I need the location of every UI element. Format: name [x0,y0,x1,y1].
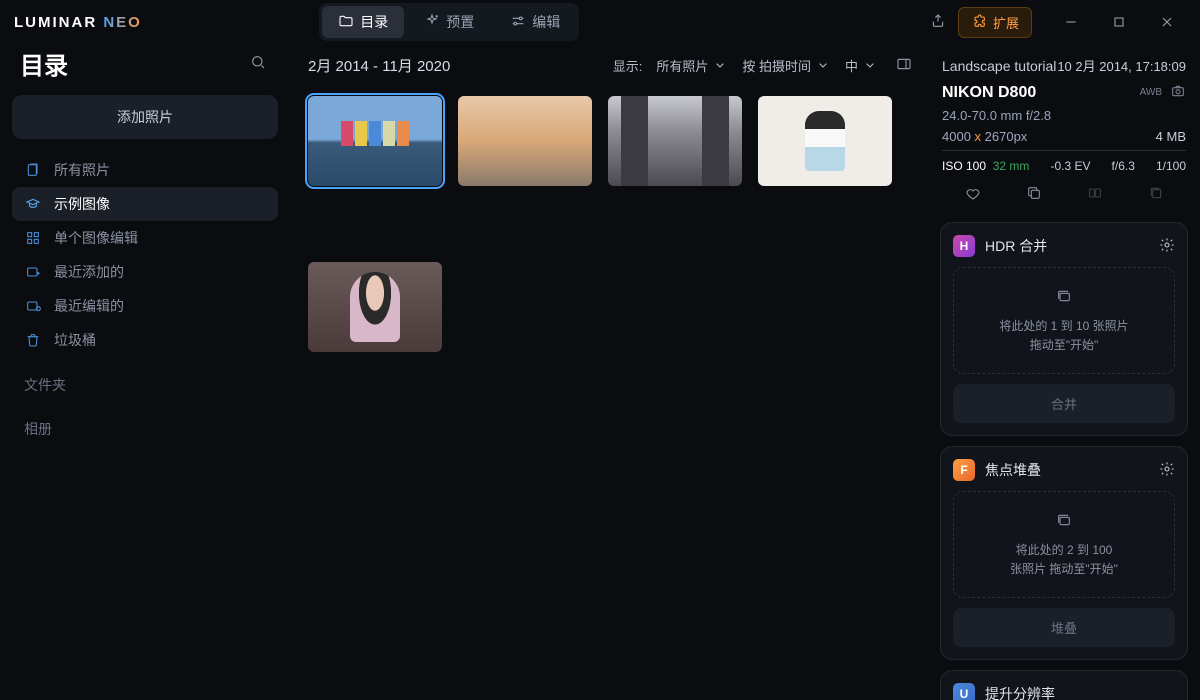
sliders-icon [510,13,526,32]
minimize-button[interactable] [1048,7,1094,37]
shutter: 1/100 [1156,159,1186,173]
aperture: f/6.3 [1112,159,1135,173]
sidebar-title: 目录 [20,46,68,81]
images-icon [964,288,1164,309]
lens-info: 24.0-70.0 mm f/2.8 [942,108,1186,123]
compare-icon[interactable] [1087,185,1103,204]
stack-icon[interactable] [1148,185,1164,204]
thumbnail-2[interactable] [458,96,592,186]
trash-icon [24,332,42,348]
sidebar: 目录 添加照片 所有照片 示例图像 单个图像编辑 最近添加的 最近编辑的 垃圾桶… [0,44,290,700]
camera-icon [1170,83,1186,102]
thumbnail-5[interactable] [308,262,442,352]
photos-icon [24,162,42,178]
tab-presets[interactable]: 预置 [408,6,490,38]
thumbnail-3[interactable] [608,96,742,186]
focus-stack-button[interactable]: 堆叠 [953,608,1175,647]
tab-edit[interactable]: 编辑 [494,6,576,38]
app-logo: LUMINAR NEO [14,14,142,31]
graduation-icon [24,196,42,212]
copy-icon[interactable] [1026,185,1042,204]
iso: ISO 100 [942,159,986,173]
add-photos-button[interactable]: 添加照片 [12,95,278,139]
focus-drop-zone[interactable]: 将此处的 2 到 100 张照片 拖动至"开始" [953,491,1175,598]
content-toolbar: 2月 2014 - 11月 2020 显示: 所有照片 按 拍摄时间 中 [302,44,916,86]
datetime: 10 2月 2014, 17:18:09 [1057,56,1186,75]
dimensions: 4000 x 2670px [942,129,1027,144]
gear-icon[interactable] [1159,237,1175,256]
metadata-card: Landscape tutorial 10 2月 2014, 17:18:09 … [940,52,1188,212]
hdr-icon: H [953,235,975,257]
upscale-panel: U 提升分辨率 [940,670,1188,700]
nav-single-edit[interactable]: 单个图像编辑 [12,221,278,255]
hdr-drop-zone[interactable]: 将此处的 1 到 10 张照片 拖动至"开始" [953,267,1175,374]
hdr-merge-button[interactable]: 合并 [953,384,1175,423]
filename: Landscape tutorial [942,58,1056,74]
size-dropdown[interactable]: 中 [845,56,878,75]
search-icon[interactable] [246,50,270,77]
nav-all-photos[interactable]: 所有照片 [12,153,278,187]
sort-dropdown[interactable]: 按 拍摄时间 [742,56,831,75]
folder-icon [338,13,354,32]
main-tabs: 目录 预置 编辑 [319,3,579,41]
gear-icon[interactable] [1159,461,1175,480]
date-range[interactable]: 2月 2014 - 11月 2020 [308,55,450,76]
close-button[interactable] [1144,7,1190,37]
right-panel: Landscape tutorial 10 2月 2014, 17:18:09 … [928,44,1200,700]
grid-icon [24,230,42,246]
photo-grid [302,86,916,362]
nav-recently-added[interactable]: 最近添加的 [12,255,278,289]
show-label: 显示: [613,56,643,75]
hdr-merge-panel: H HDR 合并 将此处的 1 到 10 张照片 拖动至"开始" 合并 [940,222,1188,436]
focus-stack-panel: F 焦点堆叠 将此处的 2 到 100 张照片 拖动至"开始" 堆叠 [940,446,1188,660]
focus-icon: F [953,459,975,481]
focal-length: 32 mm [993,159,1030,173]
maximize-button[interactable] [1096,7,1142,37]
images-icon [964,512,1164,533]
share-icon[interactable] [926,9,950,36]
puzzle-icon [971,13,987,32]
exposure-value: -0.3 EV [1050,159,1090,173]
thumbnail-1[interactable] [308,96,442,186]
sparkle-icon [424,13,440,32]
edit-clock-icon [24,298,42,314]
folders-header[interactable]: 文件夹 [12,357,278,401]
albums-header[interactable]: 相册 [12,401,278,445]
panel-toggle-icon[interactable] [892,52,916,79]
favorite-icon[interactable] [965,185,981,204]
nav-sample-images[interactable]: 示例图像 [12,187,278,221]
clock-add-icon [24,264,42,280]
upscale-icon: U [953,683,975,700]
filesize: 4 MB [1156,129,1186,144]
nav-recently-edited[interactable]: 最近编辑的 [12,289,278,323]
white-balance: AWB [1140,87,1162,98]
nav-trash[interactable]: 垃圾桶 [12,323,278,357]
titlebar: LUMINAR NEO 目录 预置 编辑 扩展 [0,0,1200,44]
extensions-button[interactable]: 扩展 [958,7,1032,38]
show-filter-dropdown[interactable]: 所有照片 [656,56,728,75]
camera-model: NIKON D800 [942,84,1036,102]
thumbnail-4[interactable] [758,96,892,186]
tab-catalog[interactable]: 目录 [322,6,404,38]
